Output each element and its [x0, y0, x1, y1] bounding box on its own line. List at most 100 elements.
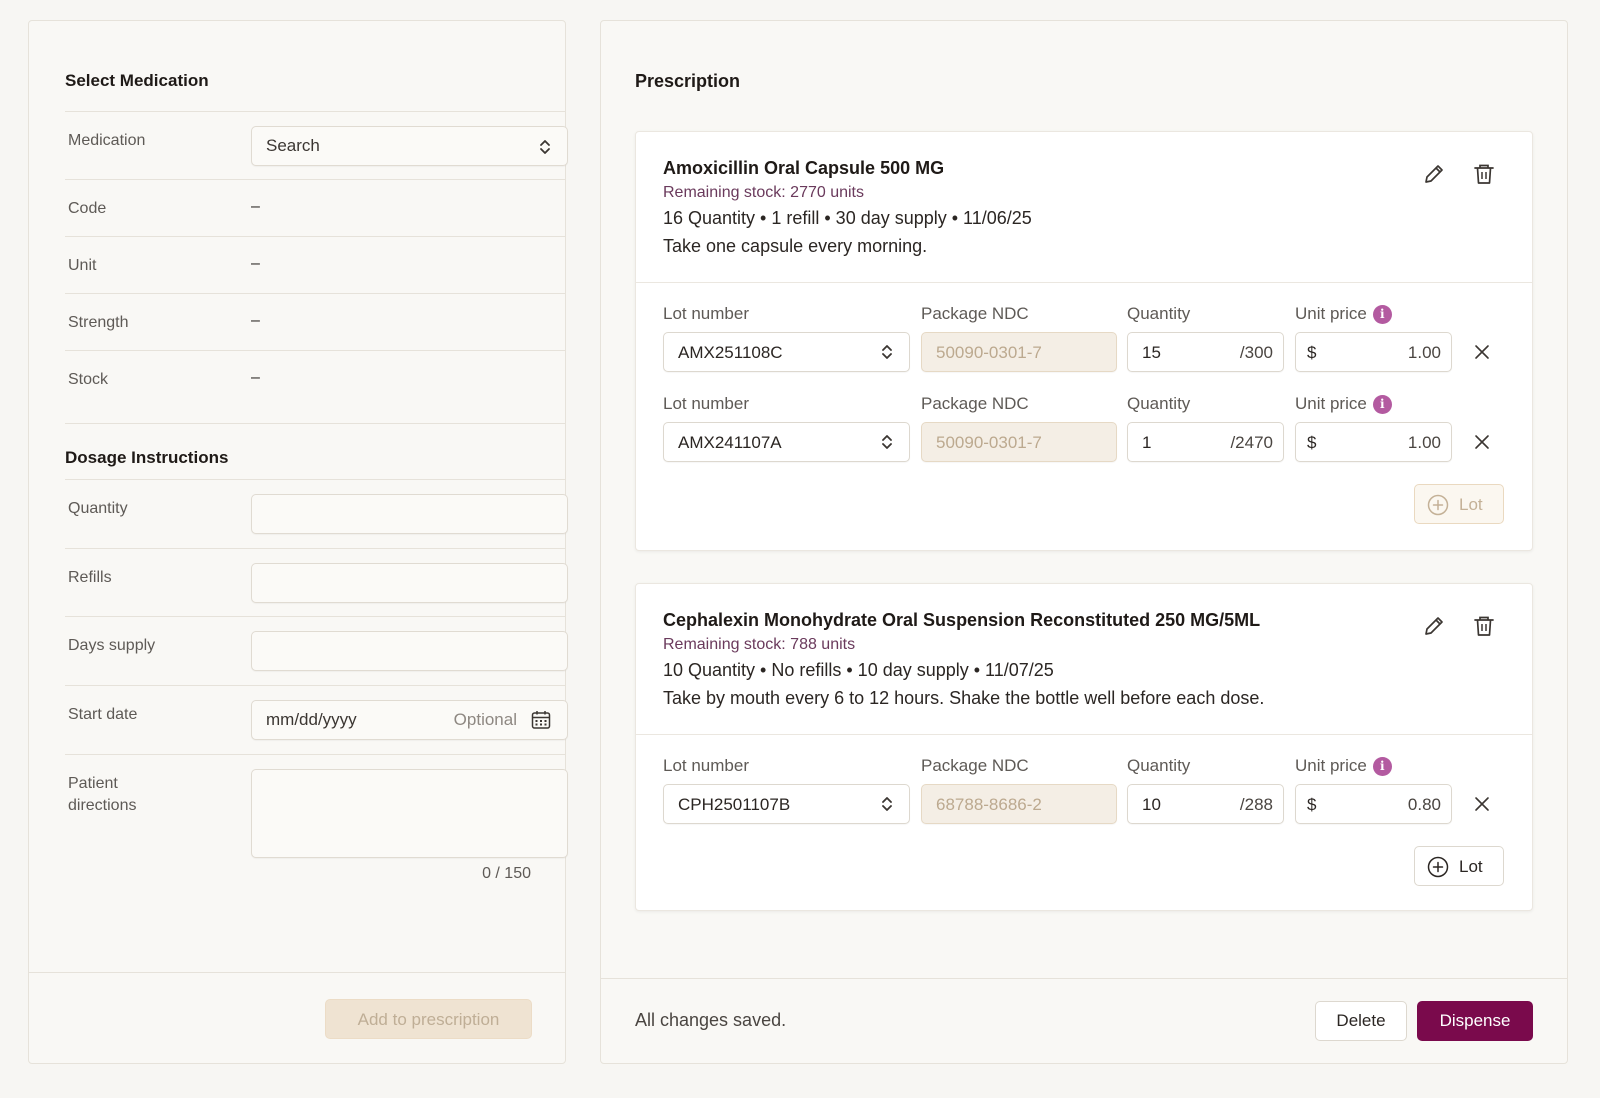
package-ndc-label: Package NDC: [921, 394, 1029, 413]
start-date-label: Start date: [68, 706, 138, 723]
remaining-stock: Remaining stock: 2770 units: [663, 184, 864, 201]
unit-price-label: Unit price i: [1295, 304, 1392, 324]
medication-label: Medication: [68, 132, 146, 149]
lot-quantity-max: /288: [1239, 795, 1273, 814]
unit-price-input[interactable]: $ 1.00: [1295, 422, 1452, 462]
add-lot-button[interactable]: Lot: [1414, 846, 1504, 886]
stock-row: Stock –: [65, 350, 565, 423]
prescription-panel: Prescription Amoxicillin Oral Capsule 50…: [600, 20, 1568, 1064]
lot-quantity-input[interactable]: 1 /2470: [1127, 422, 1284, 462]
strength-label: Strength: [68, 314, 129, 331]
medication-search-select[interactable]: Search: [251, 126, 568, 166]
patient-directions-textarea[interactable]: [251, 769, 568, 858]
remove-lot-x-icon[interactable]: [1472, 342, 1492, 362]
lot-number-label: Lot number: [663, 394, 749, 413]
select-medication-panel: Select Medication Medication Search Code…: [28, 20, 568, 1064]
lot-number-select[interactable]: AMX251108C: [663, 332, 910, 372]
lot-number-value: AMX241107A: [678, 433, 782, 452]
package-ndc-value: 50090-0301-7: [936, 433, 1042, 452]
calendar-icon[interactable]: [531, 710, 551, 730]
trash-icon[interactable]: [1470, 612, 1498, 640]
prescription-card-cephalexin: Cephalexin Monohydrate Oral Suspension R…: [635, 583, 1533, 911]
add-lot-label: Lot: [1459, 495, 1483, 514]
prescription-summary: 10 Quantity • No refills • 10 day supply…: [663, 660, 1054, 680]
unit-price-value: 0.80: [1407, 795, 1441, 814]
unit-price-input[interactable]: $ 0.80: [1295, 784, 1452, 824]
refills-input[interactable]: [251, 563, 568, 603]
stock-value: –: [251, 369, 260, 386]
unit-price-label: Unit price i: [1295, 756, 1392, 776]
info-icon[interactable]: i: [1372, 305, 1392, 324]
dosage-header-row: Dosage Instructions: [65, 423, 565, 479]
code-value: –: [251, 198, 260, 215]
unit-price-value: 1.00: [1407, 343, 1441, 362]
quantity-input[interactable]: [251, 494, 568, 534]
patient-directions-row: Patient directions 0 / 150: [65, 754, 568, 914]
stock-label: Stock: [68, 371, 109, 388]
package-ndc-label: Package NDC: [921, 304, 1029, 323]
patient-directions-text: Take one capsule every morning.: [663, 236, 928, 256]
chevron-up-down-icon: [540, 140, 550, 154]
lot-quantity-max: /300: [1239, 343, 1273, 362]
lot-quantity-value: 1: [1142, 433, 1152, 452]
add-to-prescription-button[interactable]: Add to prescription: [325, 999, 532, 1039]
package-ndc-label: Package NDC: [921, 756, 1029, 775]
strength-value: –: [251, 312, 260, 329]
right-footer-divider: [601, 978, 1567, 979]
add-lot-label: Lot: [1459, 857, 1483, 876]
lot-number-value: AMX251108C: [678, 343, 783, 362]
code-label: Code: [68, 200, 107, 217]
chevron-up-down-icon: [882, 345, 892, 359]
lot-number-select[interactable]: AMX241107A: [663, 422, 910, 462]
strength-row: Strength –: [65, 293, 565, 350]
character-counter: 0 / 150: [482, 865, 531, 882]
medication-search-placeholder: Search: [266, 136, 320, 155]
unit-row: Unit –: [65, 236, 565, 293]
select-medication-title: Select Medication: [65, 71, 209, 90]
unit-price-input[interactable]: $ 1.00: [1295, 332, 1452, 372]
medication-title: Amoxicillin Oral Capsule 500 MG: [663, 158, 945, 178]
medication-title: Cephalexin Monohydrate Oral Suspension R…: [663, 610, 1261, 630]
edit-pencil-icon[interactable]: [1420, 612, 1448, 640]
currency-symbol: $: [1307, 343, 1317, 362]
package-ndc-value: 50090-0301-7: [936, 343, 1042, 362]
package-ndc-field: 50090-0301-7: [921, 422, 1117, 462]
quantity-label: Quantity: [68, 500, 128, 517]
prescription-card-amoxicillin: Amoxicillin Oral Capsule 500 MG Remainin…: [635, 131, 1533, 551]
remove-lot-x-icon[interactable]: [1472, 794, 1492, 814]
info-icon[interactable]: i: [1372, 395, 1392, 414]
currency-symbol: $: [1307, 795, 1317, 814]
lot-number-label: Lot number: [663, 756, 749, 775]
start-date-optional-hint: Optional: [453, 710, 517, 729]
lot-quantity-input[interactable]: 15 /300: [1127, 332, 1284, 372]
edit-pencil-icon[interactable]: [1420, 160, 1448, 188]
save-status-text: All changes saved.: [635, 1010, 787, 1030]
lot-quantity-input[interactable]: 10 /288: [1127, 784, 1284, 824]
unit-label: Unit: [68, 257, 97, 274]
delete-button[interactable]: Delete: [1315, 1001, 1407, 1041]
chevron-up-down-icon: [882, 435, 892, 449]
medication-row: Medication Search: [65, 111, 568, 179]
package-ndc-value: 68788-8686-2: [936, 795, 1042, 814]
remove-lot-x-icon[interactable]: [1472, 432, 1492, 452]
quantity-row: Quantity: [65, 479, 568, 548]
dispense-button[interactable]: Dispense: [1417, 1001, 1533, 1041]
lot-number-select[interactable]: CPH2501107B: [663, 784, 910, 824]
prescription-summary: 16 Quantity • 1 refill • 30 day supply •…: [663, 208, 1032, 228]
quantity-label: Quantity: [1127, 304, 1191, 323]
days-supply-row: Days supply: [65, 616, 568, 685]
days-supply-input[interactable]: [251, 631, 568, 671]
start-date-input[interactable]: mm/dd/yyyy Optional: [251, 700, 568, 740]
left-footer-divider: [29, 972, 565, 973]
unit-price-value: 1.00: [1407, 433, 1441, 452]
info-icon[interactable]: i: [1372, 757, 1392, 776]
package-ndc-field: 68788-8686-2: [921, 784, 1117, 824]
lot-quantity-value: 10: [1142, 795, 1161, 814]
lot-quantity-value: 15: [1142, 343, 1161, 362]
add-lot-button[interactable]: Lot: [1414, 484, 1504, 524]
refills-row: Refills: [65, 548, 568, 616]
lot-number-value: CPH2501107B: [678, 795, 791, 814]
package-ndc-field: 50090-0301-7: [921, 332, 1117, 372]
trash-icon[interactable]: [1470, 160, 1498, 188]
days-supply-label: Days supply: [68, 637, 156, 654]
